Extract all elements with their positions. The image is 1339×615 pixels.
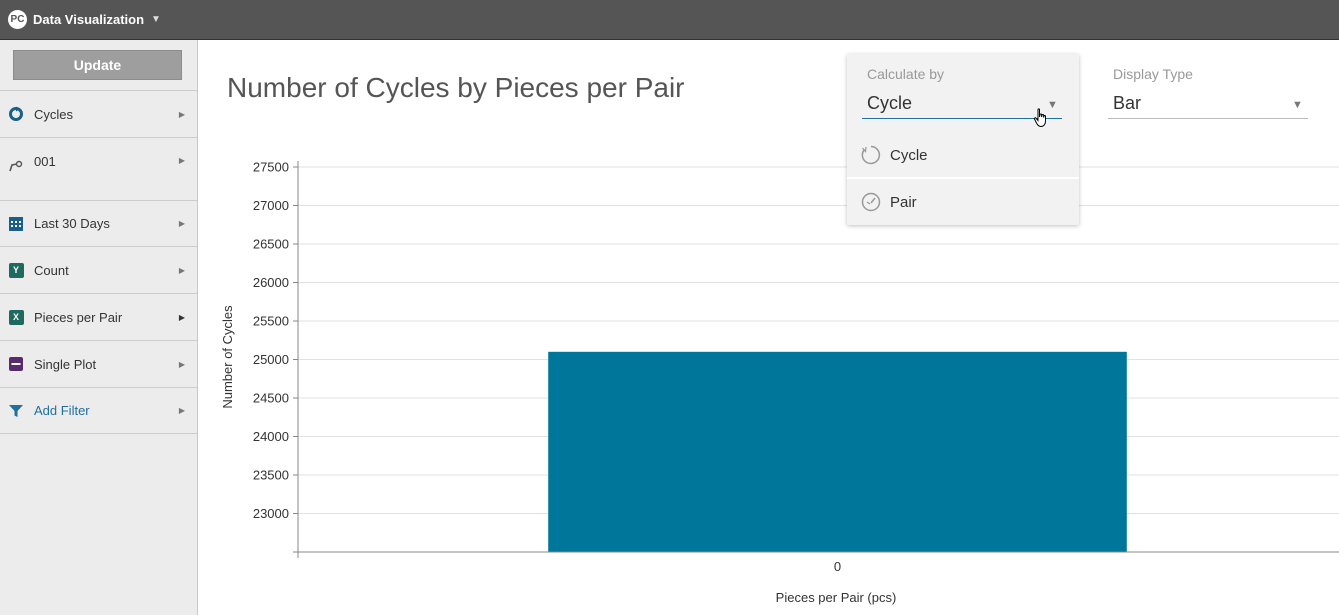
sidebar-item-y-axis[interactable]: Y Count ▶: [0, 247, 197, 294]
machine-icon: [8, 157, 24, 173]
y-tick-label: 24000: [253, 429, 289, 444]
gauge-icon: [861, 192, 881, 212]
page-title: Number of Cycles by Pieces per Pair: [227, 72, 685, 103]
display-type-value[interactable]: Bar: [1113, 93, 1141, 114]
chevron-right-icon: ▶: [178, 219, 185, 228]
y-axis-ticks: 23000 23500 24000 24500 25000 25500 26000 26500…: [253, 160, 298, 521]
calculate-by-label: Calculate by: [867, 66, 945, 82]
calculate-by-value[interactable]: Cycle: [867, 93, 912, 114]
calendar-icon: [8, 216, 24, 232]
bar[interactable]: [548, 351, 1127, 552]
sidebar-item-plot-mode[interactable]: Single Plot ▶: [0, 341, 197, 388]
app-menu-caret-icon[interactable]: ▼: [151, 14, 161, 25]
filter-icon: [8, 403, 24, 419]
sidebar-item-label: Cycles: [34, 106, 74, 122]
sidebar-item-add-filter[interactable]: Add Filter ▶: [0, 388, 197, 434]
chevron-right-icon: ▶: [178, 156, 185, 165]
x-tick-label: 0: [834, 559, 841, 574]
sidebar-item-date-range[interactable]: Last 30 Days ▶: [0, 201, 197, 247]
sidebar-item-label: Add Filter: [34, 403, 90, 418]
y-tick-label: 25500: [253, 314, 289, 329]
y-axis-label: Number of Cycles: [220, 305, 235, 409]
chevron-right-icon: ▶: [178, 109, 185, 119]
sidebar-item-label: Count: [34, 262, 69, 278]
x-axis-icon: X: [8, 309, 24, 325]
y-axis-icon: Y: [8, 262, 24, 278]
display-type-label: Display Type: [1113, 66, 1193, 82]
sidebar-item-x-axis[interactable]: X Pieces per Pair ▶: [0, 294, 197, 341]
cycle-icon: [861, 145, 881, 165]
y-tick-label: 24500: [253, 391, 289, 406]
display-type-select[interactable]: Display Type Bar ▼: [1108, 54, 1308, 124]
sidebar-item-label: Pieces per Pair: [34, 309, 123, 325]
chevron-right-icon: ▶: [178, 265, 185, 275]
update-button[interactable]: Update: [13, 50, 182, 80]
y-tick-label: 27500: [253, 160, 289, 175]
y-tick-label: 23000: [253, 506, 289, 521]
chart-bars: [548, 351, 1127, 552]
option-cycle[interactable]: Cycle: [847, 132, 1079, 178]
chevron-right-icon: ▶: [178, 359, 185, 369]
x-axis-label: Pieces per Pair (pcs): [776, 590, 897, 605]
sidebar-item-label: Single Plot: [34, 356, 97, 372]
app-title[interactable]: Data Visualization: [33, 12, 144, 27]
sidebar-item-label: Last 30 Days: [34, 216, 110, 231]
option-label: Pair: [890, 193, 917, 211]
refresh-circle-icon: [8, 106, 24, 122]
y-tick-label: 25000: [253, 352, 289, 367]
hand-cursor-icon: [1033, 108, 1046, 128]
option-pair[interactable]: Pair: [847, 179, 1079, 225]
main-content: Number of Cycles by Pieces per Pair 2300…: [198, 40, 1339, 615]
app-logo-text: PC: [10, 14, 25, 25]
y-badge: Y: [8, 262, 24, 278]
bar-chart: 23000 23500 24000 24500 25000 25500 26000 26500…: [220, 160, 1339, 605]
app-logo-icon: PC: [8, 10, 27, 29]
sidebar-item-label: 001: [34, 154, 56, 169]
y-tick-label: 27000: [253, 198, 289, 213]
y-tick-label: 23500: [253, 468, 289, 483]
sidebar-item-machine[interactable]: 001 ▶: [0, 138, 197, 201]
display-type-underline: [1108, 118, 1308, 119]
x-axis-tick-labels: 0: [834, 559, 841, 574]
chevron-right-icon: ▶: [178, 406, 185, 415]
calculate-by-underline: [862, 118, 1062, 119]
top-bar: PC Data Visualization ▼: [0, 0, 1339, 40]
sidebar-item-cycles[interactable]: Cycles ▶: [0, 91, 197, 138]
single-plot-icon: [8, 356, 24, 372]
option-label: Cycle: [890, 146, 928, 164]
y-tick-label: 26000: [253, 275, 289, 290]
y-tick-label: 26500: [253, 237, 289, 252]
chevron-down-icon[interactable]: ▼: [1292, 99, 1303, 111]
chevron-right-icon: ▶: [178, 312, 185, 322]
x-badge: X: [8, 309, 24, 325]
calculate-by-dropdown[interactable]: Calculate by Cycle ▼ Cycle Pair: [847, 54, 1079, 225]
update-section: Update: [0, 40, 197, 91]
sidebar: Update Cycles ▶ 001 ▶ Last 30 Days ▶ Y C…: [0, 40, 198, 615]
